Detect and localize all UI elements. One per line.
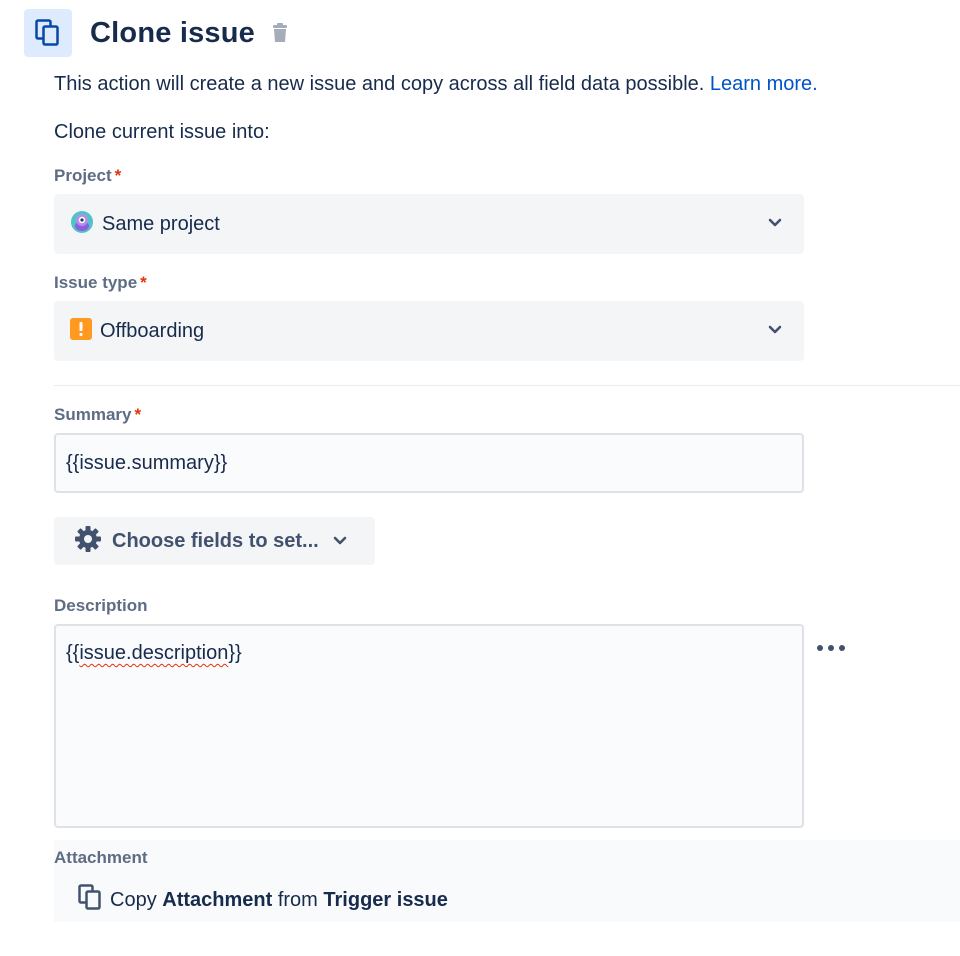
attachment-copy-word: Copy xyxy=(110,889,157,911)
issue-type-label: Issue type * xyxy=(54,273,147,293)
choose-fields-button[interactable]: Choose fields to set... xyxy=(54,517,375,565)
intro-text: This action will create a new issue and … xyxy=(54,73,818,96)
project-select[interactable]: Same project xyxy=(54,194,804,254)
attachment-section: Attachment Copy Attachment from Trigger … xyxy=(54,840,960,922)
attachment-source: Trigger issue xyxy=(323,889,448,911)
chevron-down-icon xyxy=(333,536,347,546)
section-divider xyxy=(54,385,960,386)
description-suffix: }} xyxy=(228,642,242,664)
issue-type-select[interactable]: Offboarding xyxy=(54,301,804,361)
issue-type-label-text: Issue type xyxy=(54,273,138,292)
description-input[interactable]: {{issue.description}} xyxy=(54,624,804,828)
required-marker: * xyxy=(134,405,142,424)
intro-description: This action will create a new issue and … xyxy=(54,73,705,95)
chevron-down-icon xyxy=(768,322,782,340)
project-avatar-icon xyxy=(70,210,94,239)
summary-label: Summary * xyxy=(54,405,141,425)
required-marker: * xyxy=(140,273,147,292)
more-options-icon[interactable] xyxy=(814,636,848,660)
summary-input[interactable]: {{issue.summary}} xyxy=(54,433,804,493)
header: Clone issue xyxy=(24,9,289,57)
description-variable: issue.description xyxy=(79,642,229,664)
attachment-text: Copy Attachment from Trigger issue xyxy=(110,889,448,912)
project-value: Same project xyxy=(102,212,220,235)
choose-fields-label: Choose fields to set... xyxy=(112,529,319,552)
required-marker: * xyxy=(114,166,122,185)
attachment-label: Attachment xyxy=(54,848,148,867)
project-label-text: Project xyxy=(54,166,112,185)
summary-label-text: Summary xyxy=(54,405,132,424)
copy-icon xyxy=(78,884,102,917)
learn-more-link[interactable]: Learn more. xyxy=(710,73,818,95)
project-label: Project * xyxy=(54,166,121,186)
description-label: Description xyxy=(54,596,148,615)
description-prefix: {{ xyxy=(66,642,80,664)
attachment-from-word: from xyxy=(277,889,318,911)
copy-icon xyxy=(24,9,72,57)
clone-into-heading: Clone current issue into: xyxy=(54,121,270,143)
attachment-field-name: Attachment xyxy=(162,889,273,911)
gear-icon xyxy=(74,525,102,558)
trash-icon[interactable] xyxy=(271,23,289,43)
attachment-row[interactable]: Copy Attachment from Trigger issue xyxy=(78,884,448,917)
chevron-down-icon xyxy=(768,215,782,233)
page-title: Clone issue xyxy=(90,16,255,49)
issue-type-value: Offboarding xyxy=(100,319,205,342)
offboarding-type-icon xyxy=(70,317,92,345)
